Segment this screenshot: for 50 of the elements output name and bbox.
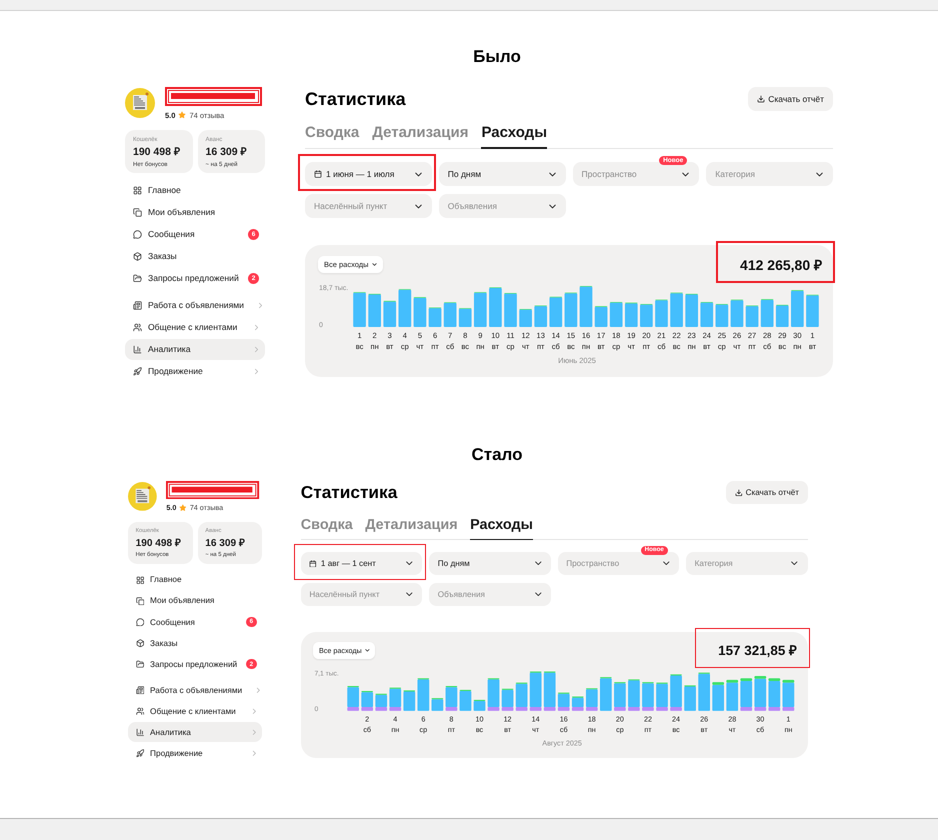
nav-item[interactable]: Заказы xyxy=(125,246,265,266)
chevron-down-icon xyxy=(370,261,378,268)
copy-icon xyxy=(133,208,142,216)
speech-bubble-icon xyxy=(136,618,144,626)
star-icon xyxy=(178,111,186,119)
date-range-select[interactable]: 1 июня — 1 июля xyxy=(305,162,432,186)
download-report-button[interactable]: Скачать отчёт xyxy=(748,87,833,111)
rocket-icon xyxy=(136,749,144,758)
total-amount: 157 321,85 ₽ xyxy=(718,642,798,660)
copy-icon xyxy=(136,596,144,606)
box-icon xyxy=(136,638,144,648)
newspaper-icon xyxy=(133,300,142,310)
newspaper-icon xyxy=(136,686,144,694)
nav-item[interactable]: Общение с клиентами xyxy=(125,316,265,338)
nav-item[interactable]: Главное xyxy=(125,180,265,200)
grid-icon xyxy=(136,576,144,584)
nav-item[interactable]: Мои объявления xyxy=(125,202,265,222)
section-heading: Было xyxy=(473,47,521,67)
star-icon xyxy=(179,504,187,512)
nav-item[interactable]: Работа с объявлениями xyxy=(125,294,265,316)
download-icon xyxy=(757,95,766,103)
dropdown-select[interactable]: По дням xyxy=(438,162,566,186)
logo-icon xyxy=(125,88,155,118)
grid-icon xyxy=(133,186,142,194)
chevron-down-icon xyxy=(364,647,370,654)
tab[interactable]: Расходы xyxy=(470,510,533,540)
section-heading: Стало xyxy=(471,445,523,465)
rocket-icon xyxy=(133,366,142,376)
people-icon xyxy=(136,706,144,716)
people-icon xyxy=(133,322,142,332)
tab[interactable]: Расходы xyxy=(481,118,548,149)
logo-icon xyxy=(128,482,157,511)
folder-icon xyxy=(136,660,144,668)
calendar-icon xyxy=(309,560,318,568)
nav-item[interactable]: Продвижение xyxy=(125,360,265,382)
balance-amount: 190 498 ₽ xyxy=(136,538,182,550)
balance-amount: 16 309 ₽ xyxy=(205,538,246,550)
bar-chart-icon xyxy=(136,728,144,737)
page-title: Статистика xyxy=(300,482,398,504)
nav-item[interactable]: Аналитика xyxy=(125,338,265,360)
box-icon xyxy=(133,252,142,260)
page-title: Статистика xyxy=(305,88,406,110)
calendar-icon xyxy=(314,170,322,178)
bar-chart-icon xyxy=(133,344,142,354)
balance-amount: 190 498 ₽ xyxy=(133,146,181,159)
folder-icon xyxy=(133,274,142,282)
download-icon xyxy=(735,488,743,496)
balance-amount: 16 309 ₽ xyxy=(206,146,248,159)
speech-bubble-icon xyxy=(133,230,142,238)
total-amount: 412 265,80 ₽ xyxy=(740,256,822,274)
